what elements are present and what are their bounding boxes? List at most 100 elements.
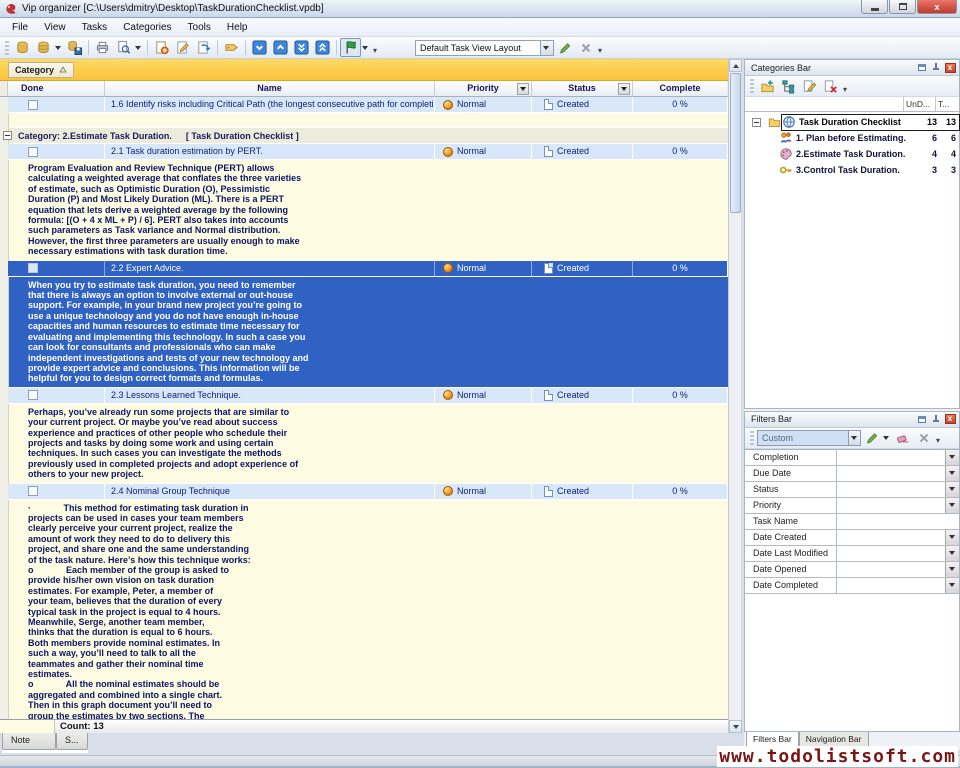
filter-value-due-date[interactable] bbox=[837, 466, 945, 481]
scroll-down-icon[interactable] bbox=[729, 720, 742, 733]
panel-close-icon[interactable]: x bbox=[944, 414, 956, 425]
task-name-cell[interactable]: 2.1 Task duration estimation by PERT. bbox=[105, 144, 435, 159]
open-database-icon-dropdown[interactable] bbox=[55, 46, 61, 50]
task-done-checkbox[interactable] bbox=[28, 486, 38, 496]
group-by-category-button[interactable]: Category bbox=[8, 62, 74, 78]
task-done-checkbox[interactable] bbox=[28, 147, 38, 157]
new-category-icon[interactable] bbox=[757, 77, 778, 96]
new-database-icon[interactable] bbox=[12, 38, 33, 57]
panel-pin-icon[interactable] bbox=[930, 62, 942, 73]
filter-dropdown-icon-date-opened[interactable] bbox=[945, 562, 959, 577]
filter-value-date-completed[interactable] bbox=[837, 578, 945, 593]
collapse-icon[interactable] bbox=[3, 131, 12, 140]
toolbar-overflow-icon[interactable]: ▾ bbox=[598, 46, 602, 55]
filter-value-date-opened[interactable] bbox=[837, 562, 945, 577]
menu-item-view[interactable]: View bbox=[36, 20, 74, 35]
filter-dropdown-icon-date-completed[interactable] bbox=[945, 578, 959, 593]
menu-item-tasks[interactable]: Tasks bbox=[74, 20, 116, 35]
priority-filter-dropdown-icon[interactable] bbox=[517, 83, 529, 95]
filter-preset-select[interactable]: Custom bbox=[757, 430, 849, 446]
panel-pin-icon[interactable] bbox=[930, 414, 942, 425]
edit-filter-icon-dropdown[interactable] bbox=[883, 436, 889, 440]
delete-task-icon[interactable] bbox=[193, 38, 214, 57]
print-preview-icon[interactable] bbox=[113, 38, 134, 57]
task-done-checkbox[interactable] bbox=[28, 390, 38, 400]
category-tree-item[interactable]: 3.Control Task Duration.33 bbox=[745, 162, 959, 178]
filter-value-priority[interactable] bbox=[837, 498, 945, 513]
panel-restore-icon[interactable] bbox=[916, 414, 928, 425]
eraser-icon[interactable] bbox=[892, 428, 913, 447]
open-database-icon[interactable] bbox=[33, 38, 54, 57]
table-scrollbar[interactable] bbox=[728, 59, 741, 733]
move-up-icon[interactable] bbox=[270, 38, 291, 57]
scroll-up-icon[interactable] bbox=[729, 59, 742, 72]
task-row[interactable]: 2.4 Nominal Group TechniqueNormalCreated… bbox=[8, 484, 728, 500]
tab-s[interactable]: S... bbox=[56, 733, 88, 750]
category-tree-item[interactable]: 2.Estimate Task Duration.44 bbox=[745, 146, 959, 162]
filter-dropdown-icon-date-created[interactable] bbox=[945, 530, 959, 545]
close-icon[interactable]: x bbox=[917, 0, 957, 14]
task-name-cell[interactable]: 2.4 Nominal Group Technique bbox=[105, 484, 435, 499]
filter-preset-dropdown-icon[interactable] bbox=[849, 430, 861, 446]
print-preview-icon-dropdown[interactable] bbox=[135, 46, 141, 50]
categories-tree-icon[interactable] bbox=[778, 77, 799, 96]
toolbar-overflow-icon[interactable]: ▾ bbox=[373, 46, 377, 55]
menu-item-tools[interactable]: Tools bbox=[180, 20, 219, 35]
menu-item-help[interactable]: Help bbox=[219, 20, 256, 35]
column-header-total[interactable]: T... bbox=[935, 97, 959, 111]
column-header-name[interactable]: Name bbox=[105, 81, 435, 96]
layout-select[interactable]: Default Task View Layout bbox=[415, 40, 541, 56]
flag-icon-dropdown[interactable] bbox=[362, 46, 368, 50]
column-header-status[interactable]: Status bbox=[532, 81, 633, 96]
edit-category-icon[interactable] bbox=[799, 77, 820, 96]
scrollbar-thumb[interactable] bbox=[730, 73, 741, 213]
filter-dropdown-icon-completion[interactable] bbox=[945, 450, 959, 465]
maximize-icon[interactable] bbox=[889, 0, 916, 14]
column-header-complete[interactable]: Complete bbox=[633, 81, 727, 96]
filter-dropdown-icon-due-date[interactable] bbox=[945, 466, 959, 481]
new-task-icon[interactable] bbox=[151, 38, 172, 57]
task-done-checkbox[interactable] bbox=[28, 100, 38, 110]
task-row[interactable]: 1.6 Identify risks including Critical Pa… bbox=[8, 97, 728, 113]
move-bottom-icon[interactable] bbox=[291, 38, 312, 57]
clear-filter-icon[interactable] bbox=[913, 428, 934, 447]
category-group-row[interactable]: Category: 2.Estimate Task Duration.[ Tas… bbox=[0, 128, 728, 144]
flag-icon[interactable] bbox=[340, 38, 361, 57]
edit-filter-icon[interactable] bbox=[861, 428, 882, 447]
minimize-icon[interactable] bbox=[861, 0, 888, 14]
task-name-cell[interactable]: 1.6 Identify risks including Critical Pa… bbox=[105, 97, 435, 112]
panel-close-icon[interactable]: x bbox=[944, 62, 956, 73]
save-database-icon[interactable] bbox=[64, 38, 85, 57]
task-done-checkbox[interactable] bbox=[28, 263, 38, 273]
category-tree-item[interactable]: Task Duration Checklist1313 bbox=[745, 114, 959, 130]
task-row[interactable]: 2.1 Task duration estimation by PERT.Nor… bbox=[8, 144, 728, 160]
menu-item-categories[interactable]: Categories bbox=[115, 20, 179, 35]
panel-restore-icon[interactable] bbox=[916, 62, 928, 73]
toolbar-overflow-icon[interactable]: ▾ bbox=[936, 436, 940, 445]
task-name-cell[interactable]: 2.2 Expert Advice. bbox=[105, 261, 435, 276]
task-row[interactable]: 2.2 Expert Advice.NormalCreated0 % bbox=[8, 261, 728, 277]
toolbar-overflow-icon[interactable]: ▾ bbox=[843, 85, 847, 94]
filter-value-date-created[interactable] bbox=[837, 530, 945, 545]
column-header-done[interactable]: Done bbox=[8, 81, 105, 96]
menu-item-file[interactable]: File bbox=[4, 20, 36, 35]
filter-value-date-last-modified[interactable] bbox=[837, 546, 945, 561]
column-header-undone[interactable]: UnD... bbox=[903, 97, 935, 111]
task-name-cell[interactable]: 2.3 Lessons Learned Technique. bbox=[105, 388, 435, 403]
clear-layout-icon[interactable] bbox=[575, 38, 596, 57]
filter-value-task-name[interactable] bbox=[837, 514, 959, 529]
task-row[interactable]: 2.3 Lessons Learned Technique.NormalCrea… bbox=[8, 388, 728, 404]
collapse-icon[interactable] bbox=[752, 118, 761, 127]
category-tree-item[interactable]: 1. Plan before Estimating.66 bbox=[745, 130, 959, 146]
filter-value-completion[interactable] bbox=[837, 450, 945, 465]
column-header-priority[interactable]: Priority bbox=[435, 81, 532, 96]
layout-select-dropdown-icon[interactable] bbox=[541, 40, 554, 56]
edit-task-icon[interactable] bbox=[172, 38, 193, 57]
filter-dropdown-icon-date-last-modified[interactable] bbox=[945, 546, 959, 561]
status-filter-dropdown-icon[interactable] bbox=[618, 83, 630, 95]
move-top-icon[interactable] bbox=[312, 38, 333, 57]
delete-category-icon[interactable] bbox=[820, 77, 841, 96]
tab-note[interactable]: Note bbox=[2, 733, 56, 750]
comment-icon[interactable] bbox=[221, 38, 242, 57]
filter-dropdown-icon-priority[interactable] bbox=[945, 498, 959, 513]
